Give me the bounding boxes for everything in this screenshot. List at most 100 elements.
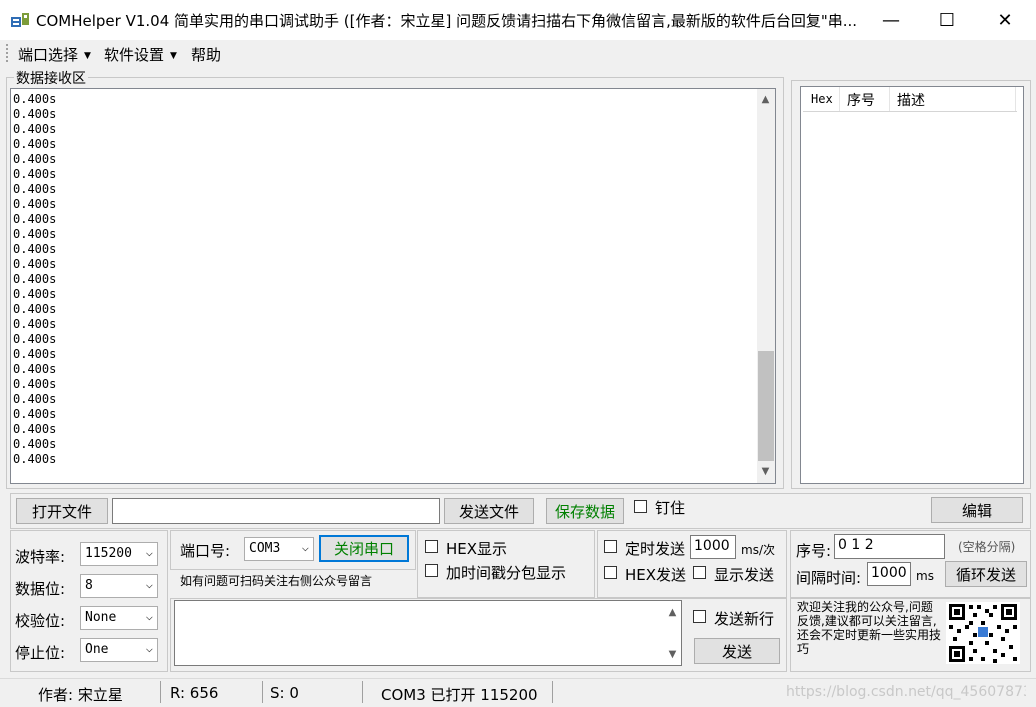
menu-arrow-icon: ▼ <box>84 50 91 61</box>
receive-scrollbar[interactable]: ▲ ▼ <box>757 89 775 483</box>
column-separator <box>1015 87 1016 111</box>
menu-software-settings[interactable]: 软件设置 ▼ <box>104 44 177 65</box>
receive-line: 0.400s <box>13 242 57 256</box>
hex-display-checkbox[interactable] <box>425 540 438 553</box>
watermark-text: https://blog.csdn.net/qq_45607873 <box>786 684 1026 700</box>
edit-button[interactable]: 编辑 <box>931 497 1023 523</box>
hex-display-label: HEX显示 <box>446 540 508 558</box>
hex-send-checkbox[interactable] <box>604 566 617 579</box>
menu-grip <box>6 44 10 62</box>
scroll-thumb[interactable] <box>758 351 774 461</box>
stop-bits-value: One <box>85 642 109 657</box>
parity-label: 校验位: <box>15 612 66 630</box>
receive-line: 0.400s <box>13 107 57 121</box>
receive-textarea[interactable]: 0.400s 0.400s 0.400s 0.400s 0.400s 0.400s 0.40… <box>10 88 776 484</box>
receive-line: 0.400s <box>13 197 57 211</box>
column-index[interactable]: 序号 <box>847 90 875 110</box>
open-file-button[interactable]: 打开文件 <box>16 498 108 524</box>
menu-port-select-label: 端口选择 <box>18 46 79 64</box>
sequence-label: 序号: <box>796 542 832 560</box>
receive-line: 0.400s <box>13 437 57 451</box>
send-newline-checkbox[interactable] <box>693 610 706 623</box>
maximize-button[interactable]: ☐ <box>918 0 976 40</box>
status-separator <box>552 681 553 703</box>
port-label: 端口号: <box>180 542 231 560</box>
scroll-down-icon[interactable]: ▼ <box>757 463 774 480</box>
data-bits-select[interactable]: 8 ⌵ <box>80 574 158 598</box>
receive-line: 0.400s <box>13 452 57 466</box>
status-tx-count: S: 0 <box>270 684 299 702</box>
receive-line: 0.400s <box>13 92 57 106</box>
space-separated-hint: (空格分隔) <box>958 540 1016 554</box>
baud-rate-value: 115200 <box>85 546 132 561</box>
qr-hint-text: 如有问题可扫码关注右侧公众号留言 <box>180 574 373 588</box>
chevron-down-icon: ⌵ <box>301 540 309 554</box>
pin-label: 钉住 <box>655 499 686 517</box>
column-separator <box>889 87 890 111</box>
save-data-button[interactable]: 保存数据 <box>546 498 624 524</box>
receive-group-label: 数据接收区 <box>14 68 88 88</box>
sequence-input[interactable]: 0 1 2 <box>834 534 945 559</box>
menu-help[interactable]: 帮助 <box>191 44 221 65</box>
receive-text: 0.400s 0.400s 0.400s 0.400s 0.400s 0.400s 0.40… <box>13 92 56 467</box>
receive-line: 0.400s <box>13 287 57 301</box>
promo-text: 欢迎关注我的公众号,问题反馈,建议都可以关注留言,还会不定时更新一些实用技巧 <box>797 600 942 656</box>
parity-value: None <box>85 610 117 625</box>
timed-interval-input[interactable]: 1000 <box>690 535 736 559</box>
receive-line: 0.400s <box>13 212 57 226</box>
timed-interval-unit: ms/次 <box>741 543 775 557</box>
command-list[interactable]: Hex 序号 描述 <box>800 86 1024 484</box>
baud-rate-select[interactable]: 115200 ⌵ <box>80 542 158 566</box>
send-file-button[interactable]: 发送文件 <box>444 498 534 524</box>
scroll-up-icon[interactable]: ▲ <box>664 604 681 621</box>
stop-bits-label: 停止位: <box>15 644 66 662</box>
app-icon <box>11 13 29 27</box>
send-button[interactable]: 发送 <box>694 638 780 664</box>
pin-checkbox[interactable] <box>634 500 647 513</box>
hex-send-label: HEX发送 <box>625 566 687 584</box>
chevron-down-icon: ⌵ <box>145 545 153 559</box>
list-header: Hex 序号 描述 <box>803 87 1017 112</box>
interval-input[interactable]: 1000 <box>867 562 911 586</box>
scroll-down-icon[interactable]: ▼ <box>664 646 681 663</box>
column-hex[interactable]: Hex <box>811 92 833 106</box>
send-textarea[interactable] <box>174 600 682 666</box>
receive-line: 0.400s <box>13 227 57 241</box>
receive-line: 0.400s <box>13 182 57 196</box>
baud-rate-label: 波特率: <box>15 548 66 566</box>
data-bits-label: 数据位: <box>15 580 66 598</box>
interval-unit: ms <box>916 569 934 583</box>
menu-arrow-icon: ▼ <box>170 50 177 61</box>
receive-line: 0.400s <box>13 122 57 136</box>
timed-send-checkbox[interactable] <box>604 540 617 553</box>
show-send-checkbox[interactable] <box>693 566 706 579</box>
window-title: COMHelper V1.04 简单实用的串口调试助手 ([作者：宋立星] 问题… <box>36 12 858 30</box>
receive-line: 0.400s <box>13 272 57 286</box>
receive-line: 0.400s <box>13 377 57 391</box>
minimize-button[interactable]: — <box>862 0 920 40</box>
receive-line: 0.400s <box>13 422 57 436</box>
scroll-up-icon[interactable]: ▲ <box>757 91 774 108</box>
qr-code-icon <box>946 602 1020 664</box>
status-author: 作者: 宋立星 <box>38 686 123 704</box>
receive-line: 0.400s <box>13 332 57 346</box>
file-path-input[interactable] <box>112 498 440 524</box>
interval-label: 间隔时间: <box>796 569 862 587</box>
menu-software-settings-label: 软件设置 <box>104 46 165 64</box>
receive-line: 0.400s <box>13 407 57 421</box>
port-select[interactable]: COM3 ⌵ <box>244 537 314 561</box>
status-separator <box>362 681 363 703</box>
receive-line: 0.400s <box>13 317 57 331</box>
timestamp-split-label: 加时间戳分包显示 <box>446 564 567 582</box>
timestamp-split-checkbox[interactable] <box>425 564 438 577</box>
close-port-button[interactable]: 关闭串口 <box>319 535 409 562</box>
column-separator <box>839 87 840 111</box>
status-port-state: COM3 已打开 115200 <box>381 686 538 704</box>
receive-line: 0.400s <box>13 362 57 376</box>
stop-bits-select[interactable]: One ⌵ <box>80 638 158 662</box>
close-button[interactable]: ✕ <box>976 0 1034 40</box>
column-description[interactable]: 描述 <box>897 90 925 110</box>
loop-send-button[interactable]: 循环发送 <box>945 561 1027 587</box>
menu-port-select[interactable]: 端口选择 ▼ <box>18 44 91 65</box>
parity-select[interactable]: None ⌵ <box>80 606 158 630</box>
